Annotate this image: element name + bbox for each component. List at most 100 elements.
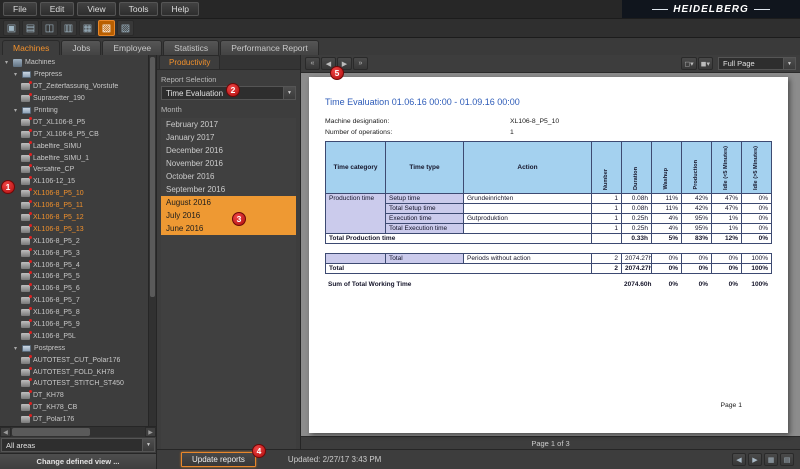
update-reports-button[interactable]: Update reports <box>181 452 256 467</box>
tree-item-dt-xl106-8-p5-cb[interactable]: DT_XL106-8_P5_CB <box>0 128 147 140</box>
machine-icon <box>21 321 30 328</box>
month-item-february-2017[interactable]: February 2017 <box>161 118 296 131</box>
tab-jobs[interactable]: Jobs <box>61 40 101 55</box>
tree-item-labelfire-simu[interactable]: Labelfire_SIMU <box>0 140 147 152</box>
month-item-november-2016[interactable]: November 2016 <box>161 157 296 170</box>
tree-item-machines[interactable]: ▾Machines <box>0 57 147 69</box>
print-icon[interactable]: ▤ <box>780 453 794 466</box>
action-cell <box>464 224 592 234</box>
tree-item-xl106-8-p5-6[interactable]: XL106-8_P5_6 <box>0 283 147 295</box>
tree-item-xl106-12-15[interactable]: XL106-12_15 <box>0 176 147 188</box>
tab-machines[interactable]: Machines <box>2 40 60 55</box>
tree-item-dt-polar176[interactable]: DT_Polar176 <box>0 414 147 426</box>
menu-item-edit[interactable]: Edit <box>40 2 75 16</box>
zoom-mode-select[interactable]: Full Page ▼ <box>718 57 796 70</box>
machine-icon <box>21 190 30 197</box>
month-item-august-2016[interactable]: August 2016 <box>161 196 296 209</box>
month-item-july-2016[interactable]: July 2016 <box>161 209 296 222</box>
month-item-september-2016[interactable]: September 2016 <box>161 183 296 196</box>
month-item-june-2016[interactable]: June 2016 <box>161 222 296 235</box>
month-item-october-2016[interactable]: October 2016 <box>161 170 296 183</box>
month-item-december-2016[interactable]: December 2016 <box>161 144 296 157</box>
tree-item-xl106-8-p5-7[interactable]: XL106-8_P5_7 <box>0 295 147 307</box>
total-label: Total <box>326 264 592 274</box>
tree-item-xl106-8-p5-3[interactable]: XL106-8_P5_3 <box>0 247 147 259</box>
category-cell: Production time <box>326 194 386 234</box>
tree-item-xl106-8-p5-12[interactable]: XL106-8_P5_12 <box>0 212 147 224</box>
machines-root-icon <box>13 59 22 67</box>
settings-icon[interactable]: ▨ <box>117 20 134 36</box>
viewer-toolbar: «◀▶» ◻▾◼▾ Full Page ▼ <box>301 55 800 73</box>
value-cell: 0% <box>652 254 682 264</box>
tree-item-label: DT_Polar176 <box>33 416 74 423</box>
scrollbar-thumb[interactable] <box>150 57 155 297</box>
tree-item-autotest-stitch-st450[interactable]: AUTOTEST_STITCH_ST450 <box>0 378 147 390</box>
prev-report-icon[interactable]: ◀ <box>732 453 746 466</box>
jobs-icon[interactable]: ◫ <box>41 20 58 36</box>
tree-item-xl106-8-p5-13[interactable]: XL106-8_P5_13 <box>0 223 147 235</box>
tab-statistics[interactable]: Statistics <box>163 40 219 55</box>
tree-item-labelfire-simu-1[interactable]: Labelfire_SIMU_1 <box>0 152 147 164</box>
tree-item-xl106-8-p5-11[interactable]: XL106-8_P5_11 <box>0 200 147 212</box>
expand-icon[interactable]: ▾ <box>12 71 19 78</box>
tree-item-postpress[interactable]: ▾Postpress <box>0 342 147 354</box>
total-value: 0% <box>712 264 742 274</box>
month-item-january-2017[interactable]: January 2017 <box>161 131 296 144</box>
expand-icon[interactable]: ▾ <box>12 107 19 114</box>
tree-item-xl106-8-p5-5[interactable]: XL106-8_P5_5 <box>0 271 147 283</box>
tab-productivity[interactable]: Productivity <box>159 55 220 69</box>
last-page-button[interactable]: » <box>353 57 368 70</box>
scrollbar-thumb[interactable] <box>12 428 90 436</box>
menu-item-help[interactable]: Help <box>161 2 198 16</box>
scroll-right-icon[interactable]: ▶ <box>145 427 156 437</box>
column-header-label: Duration <box>633 167 639 190</box>
zoom-in-button[interactable]: ◻▾ <box>681 57 696 70</box>
tree-item-xl106-8-p5-10[interactable]: XL106-8_P5_10 <box>0 188 147 200</box>
tab-performance-report[interactable]: Performance Report <box>220 40 319 55</box>
export-icon[interactable]: ▦ <box>764 453 778 466</box>
tree-item-xl106-8-p5-4[interactable]: XL106-8_P5_4 <box>0 259 147 271</box>
change-defined-view-button[interactable]: Change defined view ... <box>0 453 156 469</box>
tree-item-autotest-fold-kh78[interactable]: AUTOTEST_FOLD_KH78 <box>0 366 147 378</box>
folder-icon <box>22 345 31 352</box>
tree-item-xl106-8-p5-9[interactable]: XL106-8_P5_9 <box>0 319 147 331</box>
next-report-icon[interactable]: ▶ <box>748 453 762 466</box>
machine-icon <box>21 250 30 257</box>
report-meta-value: XL106-8_P5_10 <box>510 117 559 128</box>
machines-icon[interactable]: ▤ <box>22 20 39 36</box>
time-type-cell: Execution time <box>386 214 464 224</box>
status-dot-icon <box>29 93 32 96</box>
menu-item-view[interactable]: View <box>77 2 115 16</box>
tree-item-xl106-8-p5-2[interactable]: XL106-8_P5_2 <box>0 235 147 247</box>
employee-icon[interactable]: ▥ <box>60 20 77 36</box>
machine-icon <box>21 369 30 376</box>
scroll-left-icon[interactable]: ◀ <box>0 427 11 437</box>
window-icon[interactable]: ▣ <box>3 20 20 36</box>
first-page-button[interactable]: « <box>305 57 320 70</box>
area-filter-select[interactable]: All areas ▼ <box>1 438 155 452</box>
tree-item-xl106-8-p5-8[interactable]: XL106-8_P5_8 <box>0 307 147 319</box>
tree-item-xl106-8-p5l[interactable]: XL106-8_P5L <box>0 330 147 342</box>
tree-item-dt-zeiterfassung-vorstufe[interactable]: DT_Zeiterfassung_Vorstufe <box>0 81 147 93</box>
tree-item-label: Labelfire_SIMU <box>33 143 81 150</box>
reports-icon[interactable]: ▧ <box>98 20 115 36</box>
expand-icon[interactable]: ▾ <box>12 345 19 352</box>
tree-item-printing[interactable]: ▾Printing <box>0 105 147 117</box>
total-value: 0% <box>652 264 682 274</box>
tree-item-dt-xl106-8-p5[interactable]: DT_XL106-8_P5 <box>0 116 147 128</box>
expand-icon[interactable]: ▾ <box>3 59 10 66</box>
tab-employee[interactable]: Employee <box>102 40 162 55</box>
tree-item-dt-kh78[interactable]: DT_KH78 <box>0 390 147 402</box>
col-header-idle-5-minutes: Idle (<5 Minutes) <box>712 142 742 194</box>
tree-item-suprasetter-190[interactable]: Suprasetter_190 <box>0 93 147 105</box>
tree-item-prepress[interactable]: ▾Prepress <box>0 69 147 81</box>
tree-item-label: XL106-8_P5_2 <box>33 238 80 245</box>
zoom-out-button[interactable]: ◼▾ <box>698 57 713 70</box>
statistics-icon[interactable]: ▦ <box>79 20 96 36</box>
status-dot-icon <box>29 200 32 203</box>
tree-item-autotest-cut-polar176[interactable]: AUTOTEST_CUT_Polar176 <box>0 354 147 366</box>
tree-item-dt-kh78-cb[interactable]: DT_KH78_CB <box>0 402 147 414</box>
menu-item-file[interactable]: File <box>3 2 37 16</box>
menu-item-tools[interactable]: Tools <box>119 2 159 16</box>
tree-item-versafire-cp[interactable]: Versafire_CP <box>0 164 147 176</box>
